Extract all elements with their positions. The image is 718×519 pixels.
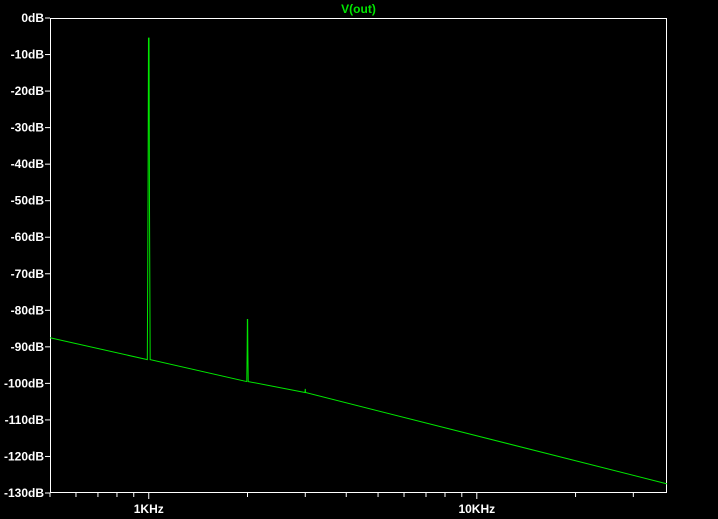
x-axis: 1KHz 10KHz (49, 493, 634, 516)
x-tick-label: 1KHz (134, 502, 164, 516)
y-tick-label: -70dB (11, 267, 45, 281)
plot-frame (50, 18, 667, 493)
y-tick-label: -120dB (4, 449, 44, 463)
y-tick-label: -40dB (11, 157, 45, 171)
y-tick-label: 0dB (21, 11, 44, 25)
y-axis: 0dB -10dB -20dB -30dB -40dB -50dB -60dB -70dB -8… (4, 11, 50, 500)
y-tick-label: -20dB (11, 84, 45, 98)
y-tick-label: -60dB (11, 230, 45, 244)
y-tick-label: -30dB (11, 121, 45, 135)
y-tick-label: -100dB (4, 376, 44, 390)
y-tick-label: -80dB (11, 303, 45, 317)
y-tick-label: -110dB (5, 413, 45, 427)
y-tick-label: -50dB (11, 194, 45, 208)
series-line-vout (49, 37, 668, 485)
chart-title: V(out) (341, 2, 376, 16)
spectrum-chart: V(out) 0dB -10dB -20dB -30dB -40dB -50dB -60dB… (4, 2, 668, 516)
y-tick-label: -10dB (11, 48, 45, 62)
y-tick-label: -130dB (4, 486, 44, 500)
x-tick-label: 10KHz (458, 502, 495, 516)
y-tick-label: -90dB (11, 340, 45, 354)
